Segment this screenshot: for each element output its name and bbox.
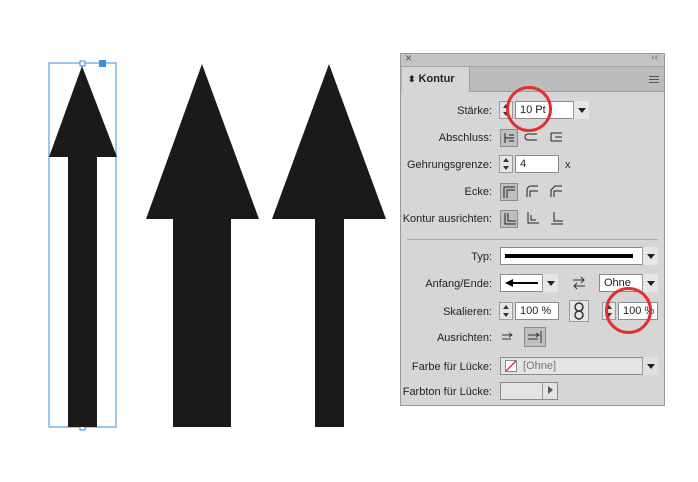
gehrung-label: Gehrungsgrenze: — [407, 159, 492, 171]
document-canvas[interactable] — [0, 0, 400, 482]
skalieren-start-stepper[interactable] — [499, 302, 513, 320]
farbton-luecke-label: Farbton für Lücke: — [402, 386, 492, 398]
skalieren-start-field[interactable]: 100 % — [515, 302, 559, 320]
farbe-luecke-dropdown-arrow[interactable] — [642, 357, 658, 375]
swap-icon[interactable] — [571, 276, 587, 290]
align-outside-icon[interactable] — [548, 210, 566, 228]
chain-link-icon — [574, 302, 584, 320]
collapse-icon[interactable]: ‹‹ — [651, 52, 658, 63]
anfang-ende-label: Anfang/Ende: — [425, 278, 492, 290]
gehrung-suffix: x — [565, 159, 571, 171]
arrow-shape-wide[interactable] — [146, 64, 259, 427]
farbe-luecke-value: [Ohne] — [523, 360, 557, 372]
gehrung-field[interactable]: 4 — [515, 155, 559, 173]
arrow-shape-narrow[interactable] — [272, 64, 386, 427]
panel-title-bar[interactable]: × ‹‹ — [401, 51, 664, 67]
staerke-dropdown-arrow[interactable] — [573, 101, 589, 119]
farbe-luecke-dropdown[interactable]: [Ohne] — [500, 357, 658, 375]
annotation-circle-skalieren — [605, 287, 652, 334]
selection-anchor-square[interactable] — [99, 60, 106, 67]
ecke-label: Ecke: — [464, 186, 492, 198]
align-inside-icon[interactable] — [524, 210, 542, 228]
typ-dropdown-arrow[interactable] — [642, 247, 658, 265]
join-round-icon[interactable] — [524, 183, 542, 201]
gehrung-stepper[interactable] — [499, 155, 513, 173]
cap-projecting-icon[interactable] — [548, 129, 566, 147]
kontur-ausrichten-label: Kontur ausrichten: — [402, 213, 492, 225]
staerke-label: Stärke: — [457, 105, 492, 117]
farbe-luecke-label: Farbe für Lücke: — [411, 361, 492, 373]
join-bevel-icon[interactable] — [548, 183, 566, 201]
anfang-dropdown-arrow[interactable] — [542, 274, 558, 292]
abschluss-label: Abschluss: — [438, 132, 492, 144]
arrow-tip-beyond-icon[interactable] — [500, 329, 518, 347]
annotation-circle-staerke — [506, 86, 552, 132]
farbton-luecke-arrow[interactable] — [542, 382, 558, 400]
arrow-start-icon — [505, 279, 538, 287]
no-color-swatch-icon — [505, 360, 517, 372]
selection-handle-top[interactable] — [79, 60, 86, 67]
arrow-tip-at-end-icon[interactable] — [524, 327, 546, 347]
typ-dropdown[interactable] — [500, 247, 658, 265]
panel-divider — [407, 239, 658, 240]
close-icon[interactable]: × — [405, 51, 412, 65]
panel-menu-icon[interactable] — [649, 76, 659, 84]
arrow-shape-selected[interactable] — [49, 66, 117, 427]
ende-dropdown-arrow[interactable] — [642, 274, 658, 292]
tab-label: Kontur — [418, 73, 455, 85]
ausrichten-label: Ausrichten: — [436, 332, 492, 344]
tab-sort-icon: ⬍ — [408, 74, 416, 84]
typ-line-preview — [505, 254, 633, 258]
farbton-luecke-field[interactable] — [500, 382, 558, 400]
link-scale-button[interactable] — [569, 300, 589, 322]
join-miter-icon[interactable] — [500, 183, 518, 201]
skalieren-start-value: 100 % — [520, 305, 552, 317]
tab-kontur[interactable]: ⬍ Kontur — [402, 67, 470, 92]
skalieren-label: Skalieren: — [443, 306, 492, 318]
typ-label: Typ: — [471, 251, 492, 263]
gehrung-value: 4 — [520, 158, 527, 170]
cap-butt-icon[interactable] — [500, 129, 518, 147]
align-center-icon[interactable] — [500, 210, 518, 228]
anfang-dropdown[interactable] — [500, 274, 558, 292]
